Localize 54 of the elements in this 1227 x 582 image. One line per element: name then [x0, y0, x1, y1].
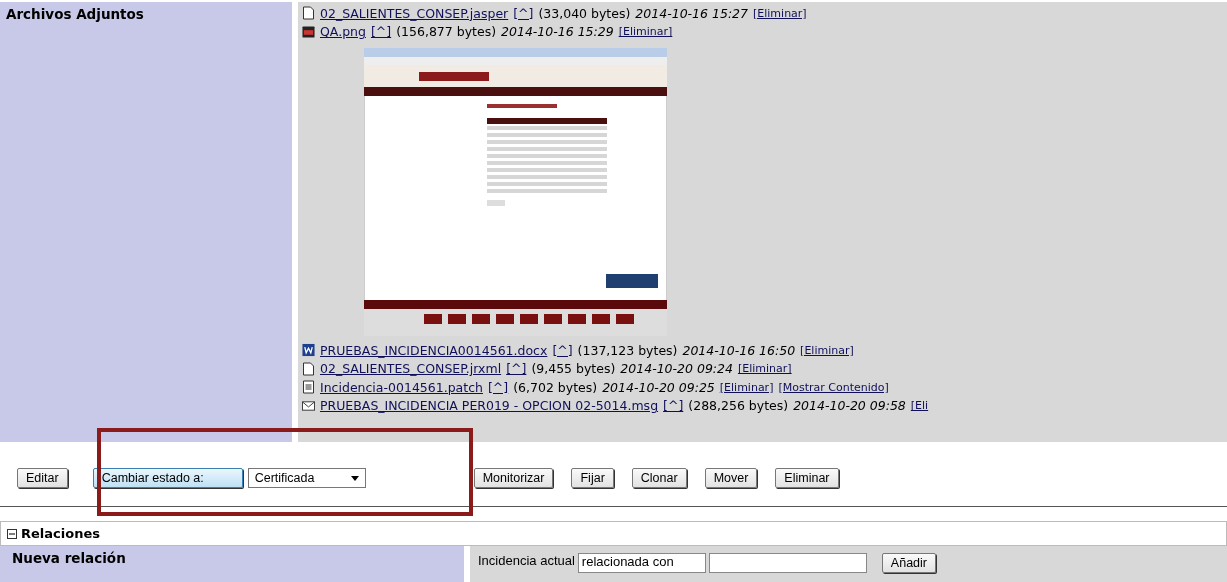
file-link[interactable]: PRUEBAS_INCIDENCIA0014561.docx: [320, 342, 548, 358]
file-link[interactable]: 02_SALIENTES_CONSEP.jasper: [320, 5, 509, 21]
file-icon: [302, 6, 315, 21]
file-size: (6,702 bytes): [513, 379, 598, 395]
action-button[interactable]: Clonar: [631, 468, 687, 488]
file-size: (288,256 bytes): [688, 398, 789, 414]
caret-icon: [350, 475, 359, 481]
action-button[interactable]: Editar: [17, 468, 68, 488]
action-link[interactable]: [Eli: [910, 399, 929, 413]
file-size: (137,123 bytes): [577, 342, 678, 358]
file-icon: [302, 361, 315, 376]
action-button[interactable]: Fijar: [571, 468, 614, 488]
file-link[interactable]: Incidencia-0014561.patch: [320, 379, 483, 395]
action-button[interactable]: Eliminar: [775, 468, 839, 488]
collapse-icon[interactable]: [7, 528, 17, 539]
action-link[interactable]: [Mostrar Contenido]: [778, 380, 889, 394]
relation-type-select[interactable]: relacionada con: [577, 553, 706, 573]
file-link[interactable]: 02_SALIENTES_CONSEP.jrxml: [320, 361, 502, 377]
jump-link[interactable]: [^]: [552, 342, 573, 358]
action-link[interactable]: [Eliminar]: [719, 380, 774, 394]
file-size: (33,040 bytes): [538, 5, 631, 21]
section-label: Archivos Adjuntos: [6, 6, 144, 22]
file-date: 2014-10-20 09:25: [602, 379, 715, 395]
jump-link[interactable]: [^]: [513, 5, 534, 21]
action-button[interactable]: Cambiar estado a:: [92, 468, 243, 488]
jump-link[interactable]: [^]: [506, 361, 527, 377]
field-label: Incidencia actual: [478, 553, 575, 568]
action-link[interactable]: [Eliminar]: [800, 343, 854, 357]
add-button[interactable]: Añadir: [881, 553, 936, 573]
issue-input[interactable]: [708, 553, 867, 573]
file-link[interactable]: QA.png: [320, 24, 366, 40]
section-title: Relaciones: [21, 526, 100, 541]
row-label: Nueva relación: [12, 550, 126, 566]
word-file-icon: [302, 343, 315, 358]
text-file-icon: [302, 380, 315, 395]
file-date: 2014-10-16 15:29: [501, 24, 614, 40]
file-date: 2014-10-20 09:24: [620, 361, 733, 377]
file-date: 2014-10-20 09:58: [793, 398, 906, 414]
action-link[interactable]: [Eliminar]: [618, 25, 673, 39]
action-button[interactable]: Monitorizar: [473, 468, 554, 488]
action-button[interactable]: Mover: [704, 468, 758, 488]
action-link[interactable]: [Eliminar]: [737, 362, 792, 376]
file-date: 2014-10-16 15:27: [635, 5, 748, 21]
jump-link[interactable]: [^]: [663, 398, 684, 414]
envelope-icon: [302, 398, 315, 413]
file-size: (9,455 bytes): [531, 361, 616, 377]
jump-link[interactable]: [^]: [487, 379, 509, 395]
image-file-icon: [302, 24, 315, 39]
status-select[interactable]: Certificada: [247, 468, 366, 488]
file-link[interactable]: PRUEBAS_INCIDENCIA PER019 - OPCION 02-5014.msg: [320, 398, 659, 414]
jump-link[interactable]: [^]: [370, 24, 392, 40]
action-link[interactable]: [Eliminar]: [753, 6, 807, 20]
file-date: 2014-10-16 16:50: [682, 342, 796, 358]
file-size: (156,877 bytes): [396, 24, 497, 40]
